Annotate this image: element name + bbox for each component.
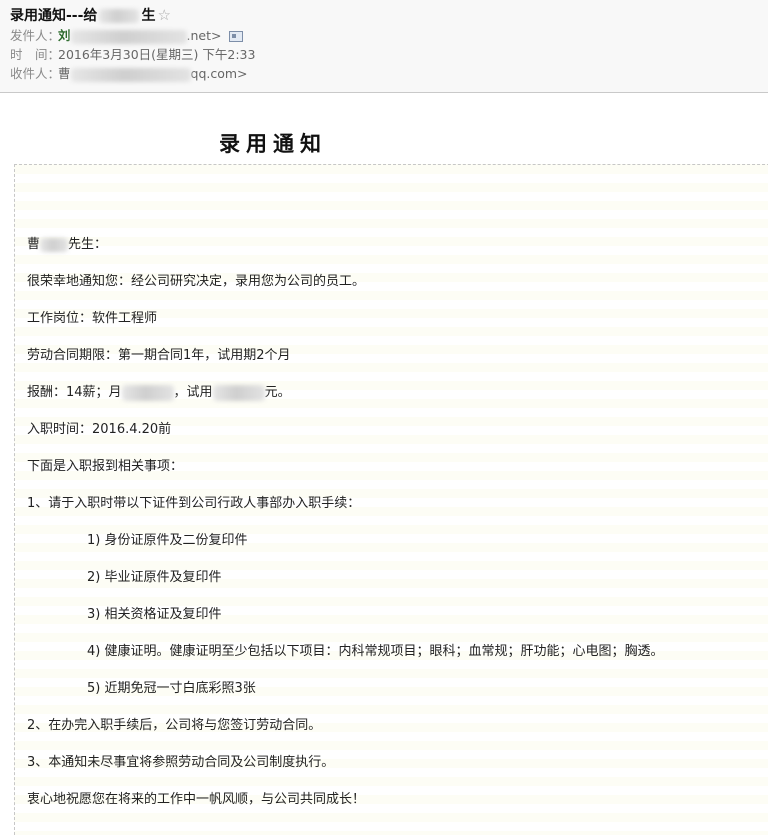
email-header: 录用通知---给 生 ☆ 发件人：刘 .net> 时 间：2016年3月30日(星期三… [0, 0, 768, 93]
intro-text: 很荣幸地通知您：经公司研究决定，录用您为公司的员工。 [27, 274, 366, 289]
redacted-subject [99, 9, 140, 23]
sender-email[interactable]: .net> [187, 28, 222, 43]
doc-item: 2) 毕业证原件及复印件 [87, 570, 222, 585]
redacted-trial-salary [212, 384, 265, 401]
pay-middle: ，试用 [173, 385, 213, 400]
recipient-prefix[interactable]: 曹 [58, 66, 71, 81]
matters-heading: 下面是入职报到相关事项： [27, 459, 184, 474]
time-row: 时 间：2016年3月30日(星期三) 下午2:33 [10, 45, 768, 64]
item-1: 1、请于入职时带以下证件到公司行政人事部办入职手续： [27, 496, 361, 511]
recipient-row: 收件人：曹 qq.com> [10, 64, 768, 83]
redacted-recipient [70, 67, 191, 82]
doc-item: 3) 相关资格证及复印件 [87, 607, 222, 622]
pay-suffix: 元。 [264, 385, 291, 400]
recipient-label: 收件人： [10, 66, 61, 81]
time-value: 2016年3月30日(星期三) 下午2:33 [58, 47, 256, 62]
item-2: 2、在办完入职手续后，公司将与您签订劳动合同。 [27, 718, 322, 733]
redacted-sender [70, 29, 187, 44]
doc-item: 1) 身份证原件及二份复印件 [87, 533, 248, 548]
redacted-name [40, 237, 69, 252]
subject-tail: 生 [141, 8, 156, 24]
start-date-text: 入职时间：2016.4.20前 [27, 422, 172, 437]
greeting: 曹 先生： [27, 236, 107, 254]
closing-text: 衷心地祝愿您在将来的工作中一帆风顺，与公司共同成长！ [27, 792, 366, 807]
star-icon[interactable]: ☆ [157, 6, 170, 24]
time-label: 时 间： [10, 47, 61, 62]
letter-title: 录用通知 [219, 131, 327, 156]
greeting-suffix: 先生： [68, 237, 108, 252]
doc-item: 5) 近期免冠一寸白底彩照3张 [87, 681, 256, 696]
email-subject: 录用通知---给 生 ☆ [10, 4, 768, 26]
greeting-prefix: 曹 [27, 237, 41, 252]
sender-row: 发件人：刘 .net> [10, 26, 768, 45]
sender-name[interactable]: 刘 [58, 28, 71, 43]
pay-prefix: 报酬：14薪；月 [27, 385, 122, 400]
doc-item: 4) 健康证明。健康证明至少包括以下项目：内科常规项目；眼科；血常规；肝功能；心… [87, 644, 664, 659]
pay-text: 报酬：14薪；月 ，试用 元。 [27, 384, 291, 402]
contract-text: 劳动合同期限：第一期合同1年，试用期2个月 [27, 348, 291, 363]
contact-card-icon[interactable] [229, 31, 244, 42]
sender-label: 发件人： [10, 28, 61, 43]
subject-text: 录用通知---给 [10, 8, 98, 24]
recipient-email[interactable]: qq.com> [191, 66, 248, 81]
item-3: 3、本通知未尽事宜将参照劳动合同及公司制度执行。 [27, 755, 335, 770]
redacted-salary [121, 384, 174, 401]
position-text: 工作岗位：软件工程师 [27, 311, 158, 326]
